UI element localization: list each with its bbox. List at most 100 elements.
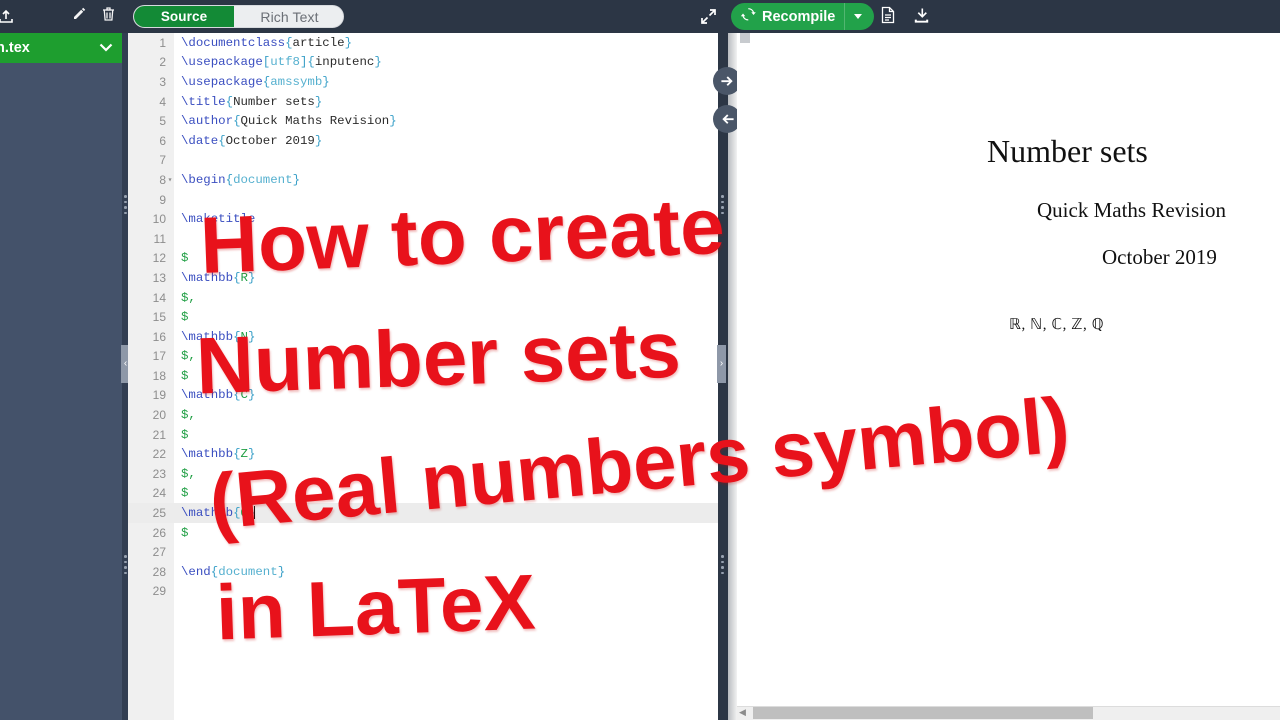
code-text: \mathbb{Z} [181, 447, 256, 462]
code-text: $ [181, 525, 189, 540]
line-number: 2 [159, 55, 166, 70]
code-lines-container[interactable]: 1 \documentclass{article} 2 \usepackage[utf… [128, 33, 718, 720]
code-line[interactable]: 9 [128, 190, 718, 210]
overleaf-editor-window: Source Rich Text Recompile n.tex ‹ 1 \do… [0, 0, 1280, 720]
recompile-dropdown-button[interactable] [844, 3, 870, 30]
code-line[interactable]: 29 [128, 582, 718, 602]
code-line[interactable]: 7 [128, 151, 718, 171]
code-line[interactable]: 11 [128, 229, 718, 249]
code-editor-panel[interactable]: 1 \documentclass{article} 2 \usepackage[utf… [128, 33, 718, 720]
line-number: 19 [152, 388, 166, 403]
chevron-down-icon[interactable] [99, 39, 113, 57]
line-number: 15 [152, 310, 166, 325]
pencil-icon[interactable] [71, 6, 87, 27]
chevron-down-icon [853, 14, 862, 19]
line-number: 16 [152, 329, 166, 344]
code-line[interactable]: 4 \title{Number sets} [128, 92, 718, 112]
pdf-document-author: Quick Maths Revision [1037, 198, 1226, 222]
pdf-document-body: ℝ, ℕ, ℂ, ℤ, ℚ [1009, 317, 1105, 333]
code-text: \mathbb{R} [181, 270, 256, 285]
code-text: $ [181, 251, 189, 266]
tab-rich-text[interactable]: Rich Text [234, 6, 343, 27]
recompile-label: Recompile [762, 8, 836, 25]
line-number: 22 [152, 447, 166, 462]
pdf-document-date: October 2019 [1102, 245, 1217, 269]
sidebar-item-main-tex[interactable]: in.tex [0, 33, 122, 63]
line-number: 25 [152, 506, 166, 521]
recompile-button[interactable]: Recompile [731, 3, 875, 30]
code-line[interactable]: 16 \mathbb{N} [128, 327, 718, 347]
tab-source[interactable]: Source [134, 6, 234, 27]
code-line[interactable]: 17 $, [128, 347, 718, 367]
code-text: $ [181, 310, 189, 325]
code-line[interactable]: 22 \mathbb{Z} [128, 444, 718, 464]
code-text: $, [181, 466, 196, 481]
line-number: 11 [153, 231, 166, 246]
upload-icon[interactable] [0, 8, 14, 29]
code-line[interactable]: 23 $, [128, 464, 718, 484]
code-line[interactable]: 1 \documentclass{article} [128, 33, 718, 53]
line-number: 26 [152, 525, 166, 540]
code-line[interactable]: 27 [128, 542, 718, 562]
pdf-scroll-nub [740, 33, 750, 43]
code-text: \begin{document} [181, 172, 300, 187]
file-name-label: in.tex [0, 40, 30, 56]
code-text: $ [181, 368, 189, 383]
code-line[interactable]: 13 \mathbb{R} [128, 268, 718, 288]
code-line[interactable]: 28 \end{document} [128, 562, 718, 582]
code-line[interactable]: 26 $ [128, 523, 718, 543]
pdf-preview-panel[interactable]: Number sets Quick Maths Revision October… [737, 33, 1280, 720]
code-line[interactable]: 12 $ [128, 249, 718, 269]
sidebar-grip-top [124, 195, 127, 214]
line-number: 28 [152, 564, 166, 579]
document-icon[interactable] [880, 6, 896, 29]
line-number: 21 [152, 427, 166, 442]
fold-toggle-icon[interactable]: ▾ [166, 175, 174, 185]
expand-arrows-icon[interactable] [700, 8, 717, 30]
code-line[interactable]: 21 $ [128, 425, 718, 445]
line-number: 6 [159, 133, 166, 148]
preview-collapse-handle[interactable]: › [717, 345, 726, 383]
trash-icon[interactable] [101, 6, 116, 27]
code-line[interactable]: 24 $ [128, 484, 718, 504]
line-number: 14 [152, 290, 166, 305]
sidebar-grip-bottom [124, 555, 127, 574]
line-number: 13 [152, 270, 166, 285]
code-line[interactable]: 18 $ [128, 366, 718, 386]
file-tree-sidebar: in.tex [0, 33, 122, 720]
code-line[interactable]: 6 \date{October 2019} [128, 131, 718, 151]
code-text: \usepackage[utf8]{inputenc} [181, 55, 382, 70]
code-line[interactable]: 20 $, [128, 405, 718, 425]
line-number: 3 [159, 74, 166, 89]
line-number: 23 [152, 466, 166, 481]
code-line[interactable]: 15 $ [128, 307, 718, 327]
pdf-page: Number sets Quick Maths Revision October… [737, 33, 1280, 693]
code-text: \mathbb{C} [181, 388, 256, 403]
pdf-scrollbar-thumb[interactable] [753, 707, 1093, 719]
code-text: $, [181, 290, 196, 305]
code-line[interactable]: 14 $, [128, 288, 718, 308]
source-richtext-toggle[interactable]: Source Rich Text [133, 5, 344, 28]
file-actions-group [0, 0, 128, 33]
code-text: \mathbb{N} [181, 329, 256, 344]
code-text: \author{Quick Maths Revision} [181, 114, 397, 129]
line-number: 20 [152, 408, 166, 423]
scroll-left-arrow-icon[interactable]: ◀ [739, 708, 746, 717]
code-line[interactable]: 8 ▾ \begin{document} [128, 170, 718, 190]
code-line[interactable]: 10 \maketitle [128, 209, 718, 229]
code-line[interactable]: 19 \mathbb{C} [128, 386, 718, 406]
code-line[interactable]: 5 \author{Quick Maths Revision} [128, 111, 718, 131]
divider-grip-bottom [721, 555, 724, 574]
line-number: 24 [152, 486, 166, 501]
refresh-icon [740, 7, 756, 27]
top-toolbar: Source Rich Text Recompile [0, 0, 1280, 33]
code-line[interactable]: 3 \usepackage{amssymb} [128, 72, 718, 92]
code-line[interactable]: 2 \usepackage[utf8]{inputenc} [128, 53, 718, 73]
divider-grip-top [721, 195, 724, 214]
download-icon[interactable] [913, 7, 930, 29]
code-line[interactable]: 25 \mathbb{Q} [128, 503, 718, 523]
line-number: 9 [159, 192, 166, 207]
line-number: 8 [159, 172, 166, 187]
preview-rail [728, 33, 737, 720]
code-text: \title{Number sets} [181, 94, 323, 109]
